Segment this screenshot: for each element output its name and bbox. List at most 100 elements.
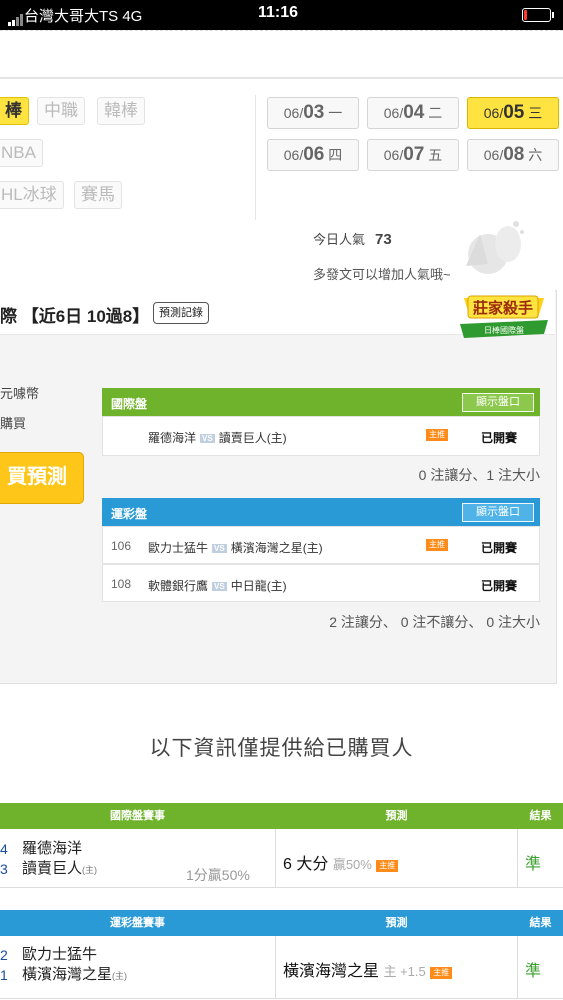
team-names: 羅德海洋讀賣巨人(主) [22,839,97,880]
intl-show-odds-button[interactable]: 顯示盤口 [462,393,534,412]
col-header-prediction: 預測 [385,917,408,929]
home-team: 橫濱海灣之星 [22,966,113,983]
result: 準 [525,856,542,873]
vs-icon: VS [212,582,227,591]
away-number: 2 [0,947,8,963]
popularity-hint: 多發文可以增加人氣哦~ [313,267,451,282]
game-status: 已開賽 [481,579,518,593]
lottery-show-odds-button[interactable]: 顯示盤口 [462,503,534,522]
away-team: 羅德海洋 [22,840,83,857]
intl-game-row[interactable]: 羅德海洋 VS 讀賣巨人(主) 主推 已開賽 [102,416,540,456]
game-number: 106 [111,539,132,553]
home-team: 橫濱海灣之星(主) [230,541,323,555]
game-number: 108 [111,577,132,591]
prediction-record-button[interactable]: 預測記錄 [153,302,209,324]
col-header-prediction: 預測 [385,810,408,822]
home-team: 讀賣巨人(主) [218,431,287,445]
prediction-sub: 贏50% [332,857,372,872]
date-button-0604[interactable]: 06/04 二 [367,97,459,129]
date-button-0605[interactable]: 06/05 三 [467,97,559,129]
featured-pick-icon: 主推 [430,967,453,979]
date-button-0606[interactable]: 06/06 四 [267,139,359,171]
date-button-0603[interactable]: 06/03 一 [267,97,359,129]
col-header-game: 運彩盤賽事 [110,917,165,929]
result: 準 [525,963,542,980]
intl-table-row: 43 羅德海洋 讀賣巨人(主) 1分贏50% 6 大分 贏50% 主推 準 [0,829,563,888]
sport-tag-nba[interactable]: NBA [0,139,43,167]
lottery-game-row[interactable]: 106 歐力士猛牛 VS 橫濱海灣之星(主) 主推 已開賽 [102,526,540,564]
sport-tag-cpbl[interactable]: 中職 [37,97,85,125]
popularity-value: 73 [375,231,392,248]
prediction-pick: 橫濱海灣之星 [283,963,380,980]
prediction: 橫濱海灣之星 主 +1.5 主推 [283,957,453,981]
away-team: 歐力士猛牛 [148,541,209,555]
col-header-result: 結果 [529,917,552,929]
carrier-label: 台灣大哥大TS 4G [24,8,143,25]
vs-icon: VS [200,434,215,443]
away-team: 歐力士猛牛 [22,946,98,963]
status-bar: 台灣大哥大TS 4G 11:16 [0,0,563,30]
home-number: 3 [0,861,8,877]
badge-subtitle: 日棒國際盤 [484,325,524,335]
featured-pick-icon: 主推 [426,539,448,551]
divider [517,829,518,887]
featured-pick-icon: 主推 [426,429,448,441]
home-team: 讀賣巨人 [22,860,83,877]
away-number: 4 [0,841,8,857]
lottery-game-row[interactable]: 108 軟體銀行鷹 VS 中日龍(主) 已開賽 [102,564,540,602]
lottery-market-header: 運彩盤 顯示盤口 [102,498,540,526]
col-header-result: 結果 [529,810,552,822]
currency-text: 元噱幣 [0,386,40,401]
game-status: 已開賽 [481,431,518,445]
team-numbers: 21 [0,945,8,985]
lottery-game-teams: 歐力士猛牛 VS 橫濱海灣之星(主) [148,539,323,556]
intl-market-header: 國際盤 顯示盤口 [102,388,540,416]
prediction-sub: 主 +1.5 [383,964,426,979]
bookie-killer-badge: 莊家殺手 日棒國際盤 [460,295,548,338]
home-tag: (主) [112,971,128,981]
team-numbers: 43 [0,839,8,879]
lottery-table-row: 21 歐力士猛牛 橫濱海灣之星(主) 橫濱海灣之星 主 +1.5 主推 準 [0,936,563,999]
popularity-label: 今日人氣 [313,232,366,247]
panel-title: 際 【近6日 10過8】 [0,307,150,326]
signal-icon [8,8,24,26]
sport-tag-baseball[interactable]: 棒 [0,97,29,125]
sport-tag-horse[interactable]: 賽馬 [74,181,122,209]
game-status: 已開賽 [481,541,518,555]
prediction-pick: 6 大分 [283,856,329,873]
buy-prediction-button[interactable]: 買預測 [0,452,84,504]
divider [275,936,276,998]
mascot-icon [466,221,524,274]
popularity: 今日人氣 73 [313,229,392,248]
team-names: 歐力士猛牛橫濱海灣之星(主) [22,945,127,986]
vs-icon: VS [212,544,227,553]
battery-icon [522,8,554,22]
intl-table-header: 國際盤賽事 預測 結果 [0,803,563,829]
intl-game-teams: 羅德海洋 VS 讀賣巨人(主) [148,429,287,446]
buy-text: 購買 [0,416,27,431]
date-button-0608[interactable]: 06/08 六 [467,139,559,171]
lottery-game-teams: 軟體銀行鷹 VS 中日龍(主) [148,577,287,594]
sport-tag-kbo[interactable]: 韓棒 [97,97,145,125]
lottery-market-label: 運彩盤 [111,507,148,521]
badge-title: 莊家殺手 [473,299,533,317]
home-tag: (主) [82,865,98,875]
header-divider [0,30,563,81]
intl-summary: 0 注讓分、1 注大小 [418,467,540,483]
divider [255,95,256,220]
intl-market-label: 國際盤 [111,397,148,411]
divider [275,829,276,887]
handicap-odds: 1分贏50% [186,867,250,883]
lottery-table-header: 運彩盤賽事 預測 結果 [0,910,563,936]
clock: 11:16 [258,4,299,21]
col-header-game: 國際盤賽事 [110,810,165,822]
home-team: 中日龍(主) [230,579,287,593]
prediction: 6 大分 贏50% 主推 [283,850,399,874]
home-number: 1 [0,967,8,983]
away-team: 軟體銀行鷹 [148,579,209,593]
sport-tag-nhl[interactable]: HL冰球 [0,181,64,209]
info-title: 以下資訊僅提供給已購買人 [149,737,414,760]
date-button-0607[interactable]: 06/07 五 [367,139,459,171]
lottery-summary: 2 注讓分、 0 注不讓分、 0 注大小 [329,614,540,630]
divider [517,936,518,998]
